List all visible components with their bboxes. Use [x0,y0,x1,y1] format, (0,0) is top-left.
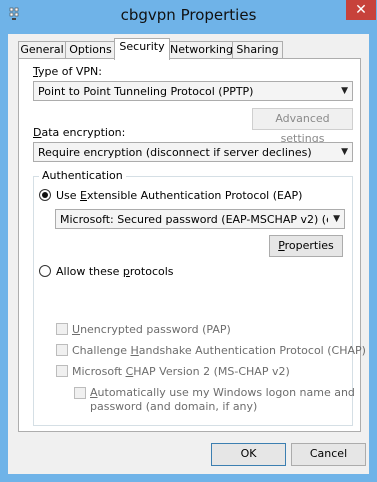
vpn-type-label: Type of VPN: [33,65,102,78]
dialog-client-area: General Options Security Networking Shar… [8,34,369,474]
ok-button[interactable]: OK [211,443,286,466]
mschap-label: Microsoft CHAP Version 2 (MS-CHAP v2) [72,365,290,378]
eap-method-value: Microsoft: Secured password (EAP-MSCHAP … [60,213,328,226]
eap-method-select[interactable]: Microsoft: Secured password (EAP-MSCHAP … [55,209,345,229]
eap-radio-label[interactable]: Use Extensible Authentication Protocol (… [56,189,302,202]
close-button[interactable]: ✕ [346,0,376,20]
data-encryption-label: Data encryption: [33,126,126,139]
properties-window: cbgvpn Properties ✕ General Options Secu… [0,0,377,482]
close-icon: ✕ [355,2,367,18]
autologon-label-line1: Automatically use my Windows logon name … [90,386,355,399]
tab-networking[interactable]: Networking [169,41,233,59]
chap-label: Challenge Handshake Authentication Proto… [72,344,366,357]
cancel-button[interactable]: Cancel [291,443,366,466]
tab-general[interactable]: General [18,41,66,59]
autologon-checkbox[interactable] [74,387,86,399]
security-tab-panel: Type of VPN: Point to Point Tunneling Pr… [18,58,366,432]
chevron-down-icon: ▼ [341,86,348,96]
data-encryption-select[interactable]: Require encryption (disconnect if server… [33,142,353,162]
title-bar[interactable]: cbgvpn Properties ✕ [0,0,377,34]
vpn-type-value: Point to Point Tunneling Protocol (PPTP) [38,85,254,98]
window-title: cbgvpn Properties [120,6,257,24]
pap-label: Unencrypted password (PAP) [72,323,231,336]
allow-protocols-label[interactable]: Allow these protocols [56,265,174,278]
eap-radio[interactable] [39,189,51,201]
tab-options[interactable]: Options [65,41,116,59]
advanced-settings-button[interactable]: Advanced settings [252,108,353,145]
properties-button[interactable]: Properties [269,235,343,257]
authentication-group-label: Authentication [39,169,126,182]
chevron-down-icon: ▼ [341,147,348,157]
tab-sharing[interactable]: Sharing [232,41,283,59]
pap-checkbox[interactable] [56,323,68,335]
data-encryption-value: Require encryption (disconnect if server… [38,146,312,159]
autologon-label-line2: password (and domain, if any) [90,400,258,413]
tab-security[interactable]: Security [114,38,170,60]
allow-protocols-radio[interactable] [39,265,51,277]
mschap-checkbox[interactable] [56,365,68,377]
chap-checkbox[interactable] [56,344,68,356]
vpn-type-select[interactable]: Point to Point Tunneling Protocol (PPTP)… [33,81,353,101]
chevron-down-icon: ▼ [333,214,340,224]
